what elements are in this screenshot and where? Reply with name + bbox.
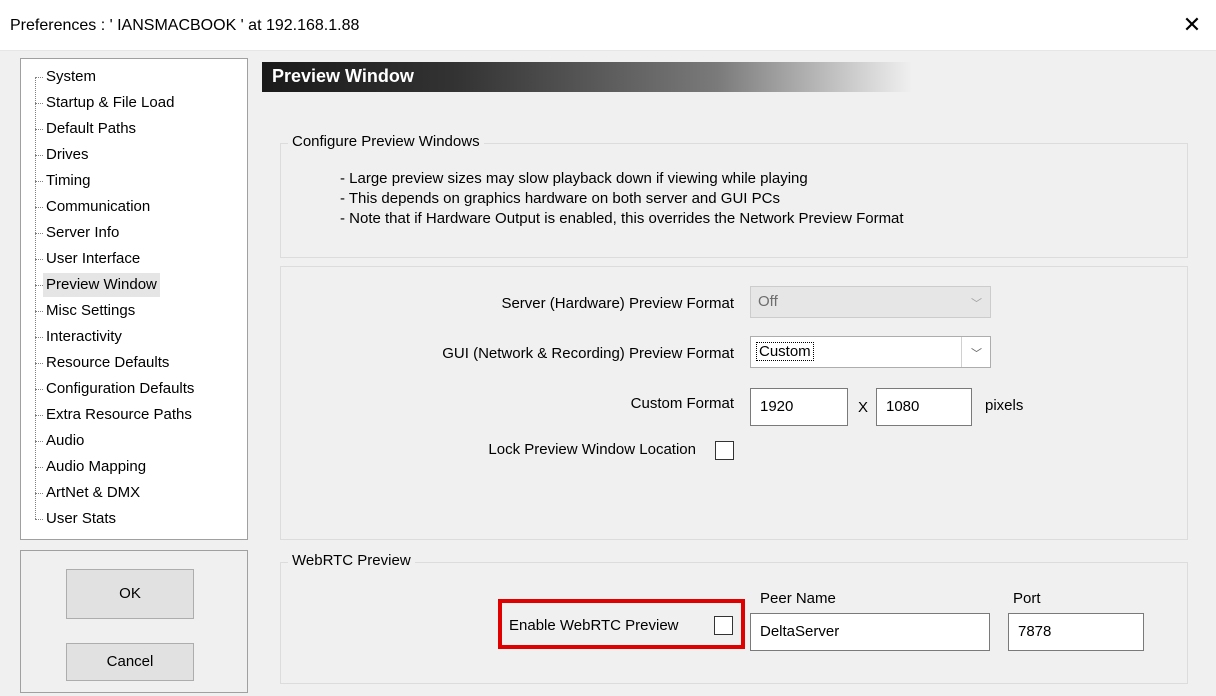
tree-connector bbox=[35, 441, 43, 442]
peer-name-label: Peer Name bbox=[760, 590, 836, 607]
tree-item-audio-mapping[interactable]: Audio Mapping bbox=[43, 455, 149, 479]
tree-connector bbox=[35, 493, 43, 494]
tree-connector bbox=[35, 311, 43, 312]
webrtc-group-title: WebRTC Preview bbox=[288, 552, 415, 569]
lock-location-checkbox[interactable] bbox=[715, 441, 734, 460]
server-format-label: Server (Hardware) Preview Format bbox=[501, 295, 734, 312]
custom-height-input[interactable]: 1080 bbox=[876, 388, 972, 426]
chevron-down-icon: ﹀ bbox=[971, 298, 982, 310]
lock-location-label: Lock Preview Window Location bbox=[488, 441, 696, 458]
window-title: Preferences : ' IANSMACBOOK ' at 192.168… bbox=[10, 17, 360, 34]
tree-connector bbox=[35, 103, 43, 104]
dimension-separator: X bbox=[858, 399, 869, 416]
pixels-unit-label: pixels bbox=[985, 397, 1024, 414]
tree-item-user-interface[interactable]: User Interface bbox=[43, 247, 143, 271]
tree-item-timing[interactable]: Timing bbox=[43, 169, 93, 193]
tree-item-configuration-defaults[interactable]: Configuration Defaults bbox=[43, 377, 197, 401]
tree-item-extra-resource-paths[interactable]: Extra Resource Paths bbox=[43, 403, 195, 427]
port-input[interactable]: 7878 bbox=[1008, 613, 1144, 651]
custom-width-input[interactable]: 1920 bbox=[750, 388, 848, 426]
button-panel: OK Cancel bbox=[20, 550, 248, 693]
enable-webrtc-checkbox[interactable] bbox=[714, 616, 733, 635]
port-label: Port bbox=[1013, 590, 1041, 607]
tree-connector bbox=[35, 415, 43, 416]
tree-item-artnet-dmx[interactable]: ArtNet & DMX bbox=[43, 481, 143, 505]
tree-connector bbox=[35, 519, 43, 520]
tree-item-user-stats[interactable]: User Stats bbox=[43, 507, 119, 531]
tree-item-communication[interactable]: Communication bbox=[43, 195, 153, 219]
peer-name-input[interactable]: DeltaServer bbox=[750, 613, 990, 651]
tree-connector bbox=[35, 233, 43, 234]
tree-item-drives[interactable]: Drives bbox=[43, 143, 92, 167]
tree-item-interactivity[interactable]: Interactivity bbox=[43, 325, 125, 349]
enable-webrtc-label: Enable WebRTC Preview bbox=[509, 617, 679, 634]
tree-item-preview-window[interactable]: Preview Window bbox=[43, 273, 160, 297]
configure-group-title: Configure Preview Windows bbox=[288, 133, 484, 150]
tree-item-system[interactable]: System bbox=[43, 65, 99, 89]
tree-connector bbox=[35, 337, 43, 338]
chevron-down-icon[interactable]: ﹀ bbox=[971, 345, 982, 361]
combo-divider bbox=[961, 337, 962, 367]
section-header: Preview Window bbox=[262, 62, 912, 92]
tree-item-resource-defaults[interactable]: Resource Defaults bbox=[43, 351, 172, 375]
configure-note-2: - This depends on graphics hardware on b… bbox=[340, 190, 780, 207]
tree-connector bbox=[35, 181, 43, 182]
tree-connector bbox=[35, 207, 43, 208]
tree-connector bbox=[35, 155, 43, 156]
tree-connector bbox=[35, 77, 43, 78]
tree-item-audio[interactable]: Audio bbox=[43, 429, 87, 453]
gui-format-value: Custom bbox=[756, 342, 814, 361]
tree-connector bbox=[35, 363, 43, 364]
cancel-button[interactable]: Cancel bbox=[66, 643, 194, 681]
tree-connector bbox=[35, 467, 43, 468]
section-title: Preview Window bbox=[272, 66, 414, 86]
preferences-tree[interactable]: System Startup & File Load Default Paths Dr… bbox=[20, 58, 248, 540]
tree-connector bbox=[35, 129, 43, 130]
tree-connector bbox=[35, 77, 36, 519]
gui-format-select[interactable]: Custom ﹀ bbox=[750, 336, 991, 368]
configure-note-1: - Large preview sizes may slow playback … bbox=[340, 170, 808, 187]
tree-connector bbox=[35, 285, 43, 286]
configure-note-3: - Note that if Hardware Output is enable… bbox=[340, 210, 904, 227]
tree-item-server-info[interactable]: Server Info bbox=[43, 221, 122, 245]
server-format-select: Off ﹀ bbox=[750, 286, 991, 318]
gui-format-label: GUI (Network & Recording) Preview Format bbox=[442, 345, 734, 362]
server-format-value: Off bbox=[758, 293, 778, 310]
tree-connector bbox=[35, 389, 43, 390]
tree-item-default-paths[interactable]: Default Paths bbox=[43, 117, 139, 141]
tree-item-startup-file-load[interactable]: Startup & File Load bbox=[43, 91, 177, 115]
custom-format-label: Custom Format bbox=[630, 395, 734, 412]
title-bar: Preferences : ' IANSMACBOOK ' at 192.168… bbox=[0, 0, 1216, 51]
ok-button[interactable]: OK bbox=[66, 569, 194, 619]
close-icon[interactable]: ✕ bbox=[1177, 10, 1207, 40]
tree-connector bbox=[35, 259, 43, 260]
tree-item-misc-settings[interactable]: Misc Settings bbox=[43, 299, 138, 323]
